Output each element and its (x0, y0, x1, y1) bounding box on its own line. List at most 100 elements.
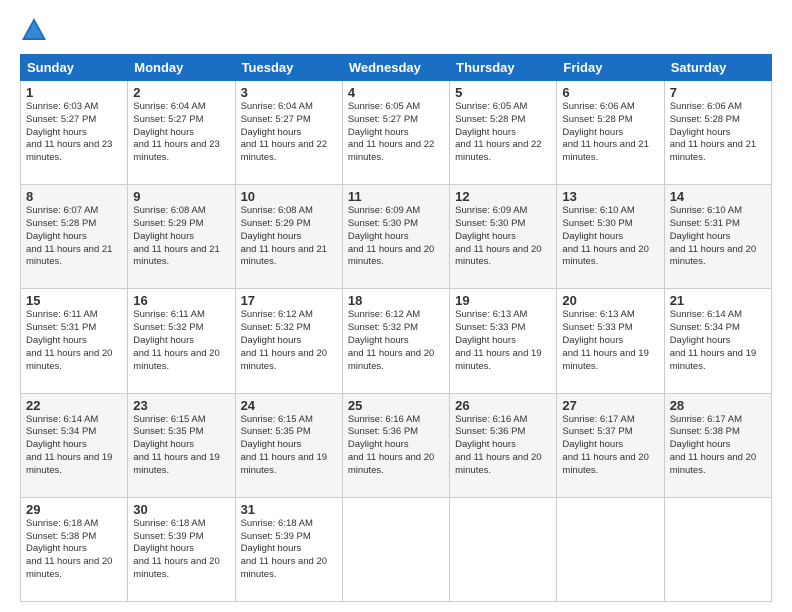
calendar-cell: 7 Sunrise: 6:06 AMSunset: 5:28 PMDayligh… (664, 81, 771, 185)
weekday-header: Sunday (21, 55, 128, 81)
calendar-header-row: SundayMondayTuesdayWednesdayThursdayFrid… (21, 55, 772, 81)
day-number: 2 (133, 85, 229, 100)
page: SundayMondayTuesdayWednesdayThursdayFrid… (0, 0, 792, 612)
calendar-cell: 8 Sunrise: 6:07 AMSunset: 5:28 PMDayligh… (21, 185, 128, 289)
calendar-cell: 21 Sunrise: 6:14 AMSunset: 5:34 PMDaylig… (664, 289, 771, 393)
cell-info: Sunrise: 6:05 AMSunset: 5:27 PMDaylight … (348, 101, 434, 163)
cell-info: Sunrise: 6:04 AMSunset: 5:27 PMDaylight … (241, 101, 327, 163)
cell-info: Sunrise: 6:09 AMSunset: 5:30 PMDaylight … (348, 205, 434, 267)
calendar-cell (450, 497, 557, 601)
day-number: 28 (670, 398, 766, 413)
calendar-cell: 27 Sunrise: 6:17 AMSunset: 5:37 PMDaylig… (557, 393, 664, 497)
calendar-cell (557, 497, 664, 601)
calendar-cell: 2 Sunrise: 6:04 AMSunset: 5:27 PMDayligh… (128, 81, 235, 185)
header (20, 16, 772, 44)
day-number: 23 (133, 398, 229, 413)
cell-info: Sunrise: 6:11 AMSunset: 5:31 PMDaylight … (26, 309, 112, 371)
calendar-cell: 18 Sunrise: 6:12 AMSunset: 5:32 PMDaylig… (342, 289, 449, 393)
cell-info: Sunrise: 6:15 AMSunset: 5:35 PMDaylight … (241, 414, 327, 476)
calendar-week-row: 29 Sunrise: 6:18 AMSunset: 5:38 PMDaylig… (21, 497, 772, 601)
cell-info: Sunrise: 6:09 AMSunset: 5:30 PMDaylight … (455, 205, 541, 267)
calendar-cell: 13 Sunrise: 6:10 AMSunset: 5:30 PMDaylig… (557, 185, 664, 289)
day-number: 21 (670, 293, 766, 308)
cell-info: Sunrise: 6:07 AMSunset: 5:28 PMDaylight … (26, 205, 112, 267)
cell-info: Sunrise: 6:16 AMSunset: 5:36 PMDaylight … (348, 414, 434, 476)
day-number: 16 (133, 293, 229, 308)
cell-info: Sunrise: 6:18 AMSunset: 5:39 PMDaylight … (133, 518, 219, 580)
calendar-cell (664, 497, 771, 601)
calendar-cell: 31 Sunrise: 6:18 AMSunset: 5:39 PMDaylig… (235, 497, 342, 601)
calendar-cell: 10 Sunrise: 6:08 AMSunset: 5:29 PMDaylig… (235, 185, 342, 289)
calendar-cell: 30 Sunrise: 6:18 AMSunset: 5:39 PMDaylig… (128, 497, 235, 601)
cell-info: Sunrise: 6:06 AMSunset: 5:28 PMDaylight … (562, 101, 648, 163)
cell-info: Sunrise: 6:18 AMSunset: 5:39 PMDaylight … (241, 518, 327, 580)
cell-info: Sunrise: 6:04 AMSunset: 5:27 PMDaylight … (133, 101, 219, 163)
day-number: 19 (455, 293, 551, 308)
calendar-cell: 29 Sunrise: 6:18 AMSunset: 5:38 PMDaylig… (21, 497, 128, 601)
calendar-table: SundayMondayTuesdayWednesdayThursdayFrid… (20, 54, 772, 602)
logo-icon (20, 16, 48, 44)
weekday-header: Thursday (450, 55, 557, 81)
weekday-header: Wednesday (342, 55, 449, 81)
day-number: 30 (133, 502, 229, 517)
cell-info: Sunrise: 6:06 AMSunset: 5:28 PMDaylight … (670, 101, 756, 163)
cell-info: Sunrise: 6:16 AMSunset: 5:36 PMDaylight … (455, 414, 541, 476)
cell-info: Sunrise: 6:05 AMSunset: 5:28 PMDaylight … (455, 101, 541, 163)
calendar-cell: 4 Sunrise: 6:05 AMSunset: 5:27 PMDayligh… (342, 81, 449, 185)
calendar-cell: 19 Sunrise: 6:13 AMSunset: 5:33 PMDaylig… (450, 289, 557, 393)
calendar-cell: 23 Sunrise: 6:15 AMSunset: 5:35 PMDaylig… (128, 393, 235, 497)
day-number: 12 (455, 189, 551, 204)
day-number: 31 (241, 502, 337, 517)
day-number: 24 (241, 398, 337, 413)
day-number: 29 (26, 502, 122, 517)
cell-info: Sunrise: 6:14 AMSunset: 5:34 PMDaylight … (26, 414, 112, 476)
calendar-cell: 6 Sunrise: 6:06 AMSunset: 5:28 PMDayligh… (557, 81, 664, 185)
cell-info: Sunrise: 6:13 AMSunset: 5:33 PMDaylight … (562, 309, 648, 371)
day-number: 4 (348, 85, 444, 100)
cell-info: Sunrise: 6:18 AMSunset: 5:38 PMDaylight … (26, 518, 112, 580)
day-number: 9 (133, 189, 229, 204)
day-number: 27 (562, 398, 658, 413)
day-number: 15 (26, 293, 122, 308)
calendar-cell (342, 497, 449, 601)
calendar-cell: 28 Sunrise: 6:17 AMSunset: 5:38 PMDaylig… (664, 393, 771, 497)
weekday-header: Saturday (664, 55, 771, 81)
calendar-cell: 24 Sunrise: 6:15 AMSunset: 5:35 PMDaylig… (235, 393, 342, 497)
calendar-cell: 3 Sunrise: 6:04 AMSunset: 5:27 PMDayligh… (235, 81, 342, 185)
cell-info: Sunrise: 6:12 AMSunset: 5:32 PMDaylight … (348, 309, 434, 371)
calendar-cell: 5 Sunrise: 6:05 AMSunset: 5:28 PMDayligh… (450, 81, 557, 185)
day-number: 11 (348, 189, 444, 204)
cell-info: Sunrise: 6:08 AMSunset: 5:29 PMDaylight … (133, 205, 219, 267)
cell-info: Sunrise: 6:14 AMSunset: 5:34 PMDaylight … (670, 309, 756, 371)
day-number: 3 (241, 85, 337, 100)
day-number: 22 (26, 398, 122, 413)
calendar-week-row: 8 Sunrise: 6:07 AMSunset: 5:28 PMDayligh… (21, 185, 772, 289)
day-number: 5 (455, 85, 551, 100)
day-number: 6 (562, 85, 658, 100)
calendar-cell: 25 Sunrise: 6:16 AMSunset: 5:36 PMDaylig… (342, 393, 449, 497)
day-number: 10 (241, 189, 337, 204)
day-number: 20 (562, 293, 658, 308)
day-number: 1 (26, 85, 122, 100)
cell-info: Sunrise: 6:03 AMSunset: 5:27 PMDaylight … (26, 101, 112, 163)
weekday-header: Friday (557, 55, 664, 81)
day-number: 17 (241, 293, 337, 308)
weekday-header: Tuesday (235, 55, 342, 81)
calendar-cell: 20 Sunrise: 6:13 AMSunset: 5:33 PMDaylig… (557, 289, 664, 393)
day-number: 18 (348, 293, 444, 308)
cell-info: Sunrise: 6:17 AMSunset: 5:37 PMDaylight … (562, 414, 648, 476)
calendar-cell: 12 Sunrise: 6:09 AMSunset: 5:30 PMDaylig… (450, 185, 557, 289)
calendar-week-row: 15 Sunrise: 6:11 AMSunset: 5:31 PMDaylig… (21, 289, 772, 393)
cell-info: Sunrise: 6:12 AMSunset: 5:32 PMDaylight … (241, 309, 327, 371)
cell-info: Sunrise: 6:08 AMSunset: 5:29 PMDaylight … (241, 205, 327, 267)
day-number: 13 (562, 189, 658, 204)
logo (20, 16, 52, 44)
day-number: 14 (670, 189, 766, 204)
cell-info: Sunrise: 6:15 AMSunset: 5:35 PMDaylight … (133, 414, 219, 476)
calendar-cell: 9 Sunrise: 6:08 AMSunset: 5:29 PMDayligh… (128, 185, 235, 289)
day-number: 8 (26, 189, 122, 204)
calendar-cell: 14 Sunrise: 6:10 AMSunset: 5:31 PMDaylig… (664, 185, 771, 289)
day-number: 25 (348, 398, 444, 413)
calendar-week-row: 22 Sunrise: 6:14 AMSunset: 5:34 PMDaylig… (21, 393, 772, 497)
cell-info: Sunrise: 6:10 AMSunset: 5:31 PMDaylight … (670, 205, 756, 267)
